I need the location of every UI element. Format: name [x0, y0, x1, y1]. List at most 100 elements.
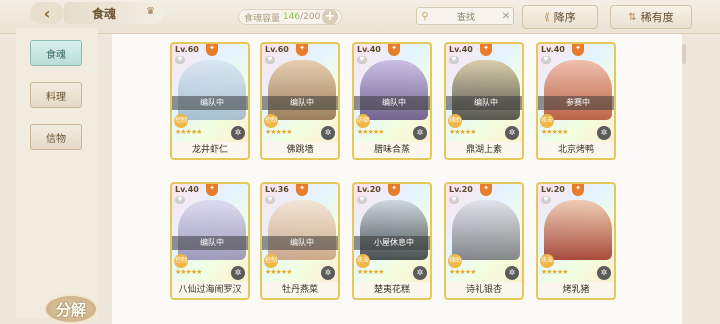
status-label: 参赛中 [538, 96, 614, 110]
sidebar-item-token[interactable]: 信物 [30, 124, 82, 150]
scrollbar[interactable] [682, 44, 686, 64]
food-soul-card[interactable]: Lv.40 ✦ ♥ 参赛中 攻击 ★★★★★ ✲ 北京烤鸭 [536, 42, 616, 160]
search-icon: ⚲ [421, 10, 429, 22]
level-label: Lv.40 [449, 45, 473, 54]
level-label: Lv.60 [175, 45, 199, 54]
swap-icon: ⇅ [628, 11, 637, 23]
search-input[interactable]: 查找 [433, 10, 499, 23]
element-icon: ✲ [231, 126, 245, 140]
element-icon: ✲ [505, 126, 519, 140]
role-badge: 控制 [174, 254, 188, 268]
sidebar-item-cuisine[interactable]: 料理 [30, 82, 82, 108]
back-button[interactable]: ‹ [30, 2, 64, 24]
level-label: Lv.40 [175, 185, 199, 194]
food-soul-card[interactable]: Lv.36 ✦ ♥ 编队中 控制 ★★★★★ ✲ 牡丹燕菜 [260, 182, 340, 300]
rarity-stars: ★★★★★ [357, 268, 384, 276]
rarity-stars: ★★★★★ [175, 268, 202, 276]
rank-badge-icon: ✦ [388, 184, 400, 196]
heart-icon: ♥ [449, 196, 459, 204]
capacity-label: 食魂容量 [244, 13, 281, 24]
sort-desc-button[interactable]: ⟪ 降序 [522, 5, 598, 29]
rarity-stars: ★★★★★ [449, 128, 476, 136]
card-name: 龙井虾仁 [172, 142, 248, 158]
card-name: 北京烤鸭 [538, 142, 614, 158]
status-label: 编队中 [262, 236, 338, 250]
food-soul-card[interactable]: Lv.60 ✦ ♥ 编队中 控制 ★★★★★ ✲ 龙井虾仁 [170, 42, 250, 160]
portrait-image [452, 200, 520, 260]
search-box[interactable]: ⚲ 查找 ✕ [416, 7, 514, 25]
role-badge: 攻击 [540, 254, 554, 268]
rank-badge-icon: ✦ [296, 44, 308, 56]
portrait-image [360, 60, 428, 120]
element-icon: ✲ [413, 126, 427, 140]
rank-badge-icon: ✦ [388, 44, 400, 56]
sidebar-item-food-soul[interactable]: 食魂 [30, 40, 82, 66]
level-label: Lv.40 [541, 45, 565, 54]
food-soul-card[interactable]: Lv.40 ✦ ♥ 编队中 防御 ★★★★★ ✲ 腊味合蒸 [352, 42, 432, 160]
portrait-image [452, 60, 520, 120]
heart-icon: ♥ [357, 56, 367, 64]
level-label: Lv.20 [357, 185, 381, 194]
level-label: Lv.60 [265, 45, 289, 54]
rarity-stars: ★★★★★ [175, 128, 202, 136]
rarity-stars: ★★★★★ [265, 268, 292, 276]
sort-rarity-button[interactable]: ⇅ 稀有度 [610, 5, 692, 29]
food-soul-card[interactable]: Lv.60 ✦ ♥ 编队中 控制 ★★★★★ ✲ 佛跳墙 [260, 42, 340, 160]
chevron-left-icon: ‹ [43, 3, 51, 23]
food-soul-card[interactable]: Lv.40 ✦ ♥ 编队中 辅助 ★★★★★ ✲ 鼎湖上素 [444, 42, 524, 160]
sidebar-item-label: 料理 [46, 91, 66, 103]
card-name: 牡丹燕菜 [262, 282, 338, 298]
level-label: Lv.20 [541, 185, 565, 194]
sidebar-item-label: 信物 [46, 133, 66, 145]
close-icon[interactable]: ✕ [499, 11, 513, 22]
sort-rarity-label: 稀有度 [640, 11, 674, 24]
element-icon: ✲ [321, 126, 335, 140]
element-icon: ✲ [597, 126, 611, 140]
heart-icon: ♥ [175, 56, 185, 64]
food-soul-card[interactable]: Lv.20 ✦ ♥ 攻击 ★★★★★ ✲ 烤乳猪 [536, 182, 616, 300]
heart-icon: ♥ [449, 56, 459, 64]
heart-icon: ♥ [357, 196, 367, 204]
status-label: 小屋休息中 [354, 236, 430, 250]
role-badge: 辅助 [448, 114, 462, 128]
sort-desc-label: 降序 [553, 11, 576, 24]
portrait-image [268, 200, 336, 260]
status-label: 编队中 [172, 96, 248, 110]
role-badge: 控制 [174, 114, 188, 128]
element-icon: ✲ [413, 266, 427, 280]
role-badge: 控制 [264, 114, 278, 128]
rarity-stars: ★★★★★ [541, 268, 568, 276]
portrait-image [178, 60, 246, 120]
rarity-stars: ★★★★★ [265, 128, 292, 136]
sidebar-item-label: 食魂 [46, 49, 66, 61]
rank-badge-icon: ✦ [572, 184, 584, 196]
element-icon: ✲ [597, 266, 611, 280]
heart-icon: ♥ [541, 196, 551, 204]
card-name: 佛跳墙 [262, 142, 338, 158]
rank-badge-icon: ✦ [296, 184, 308, 196]
element-icon: ✲ [321, 266, 335, 280]
portrait-image [360, 200, 428, 260]
food-soul-card[interactable]: Lv.40 ✦ ♥ 编队中 控制 ★★★★★ ✲ 八仙过海闹罗汉 [170, 182, 250, 300]
role-badge: 辅助 [448, 254, 462, 268]
food-soul-card[interactable]: Lv.20 ✦ ♥ 辅助 ★★★★★ ✲ 诗礼银杏 [444, 182, 524, 300]
rank-badge-icon: ✦ [206, 184, 218, 196]
heart-icon: ♥ [541, 56, 551, 64]
card-name: 诗礼银杏 [446, 282, 522, 298]
role-badge: 攻击 [356, 254, 370, 268]
card-name: 腊味合蒸 [354, 142, 430, 158]
heart-icon: ♥ [265, 56, 275, 64]
card-name: 鼎湖上素 [446, 142, 522, 158]
sort-icon: ⟪ [544, 11, 550, 23]
decompose-label: 分解 [55, 300, 86, 319]
rarity-stars: ★★★★★ [357, 128, 384, 136]
rarity-stars: ★★★★★ [449, 268, 476, 276]
rank-badge-icon: ✦ [480, 44, 492, 56]
element-icon: ✲ [231, 266, 245, 280]
heart-icon: ♥ [265, 196, 275, 204]
crown-icon: ♛ [146, 6, 155, 17]
add-capacity-button[interactable]: + [322, 9, 338, 25]
food-soul-card[interactable]: Lv.20 ✦ ♥ 小屋休息中 攻击 ★★★★★ ✲ 楚夷花糕 [352, 182, 432, 300]
decompose-button[interactable]: 分解 [44, 294, 98, 324]
heart-icon: ♥ [175, 196, 185, 204]
